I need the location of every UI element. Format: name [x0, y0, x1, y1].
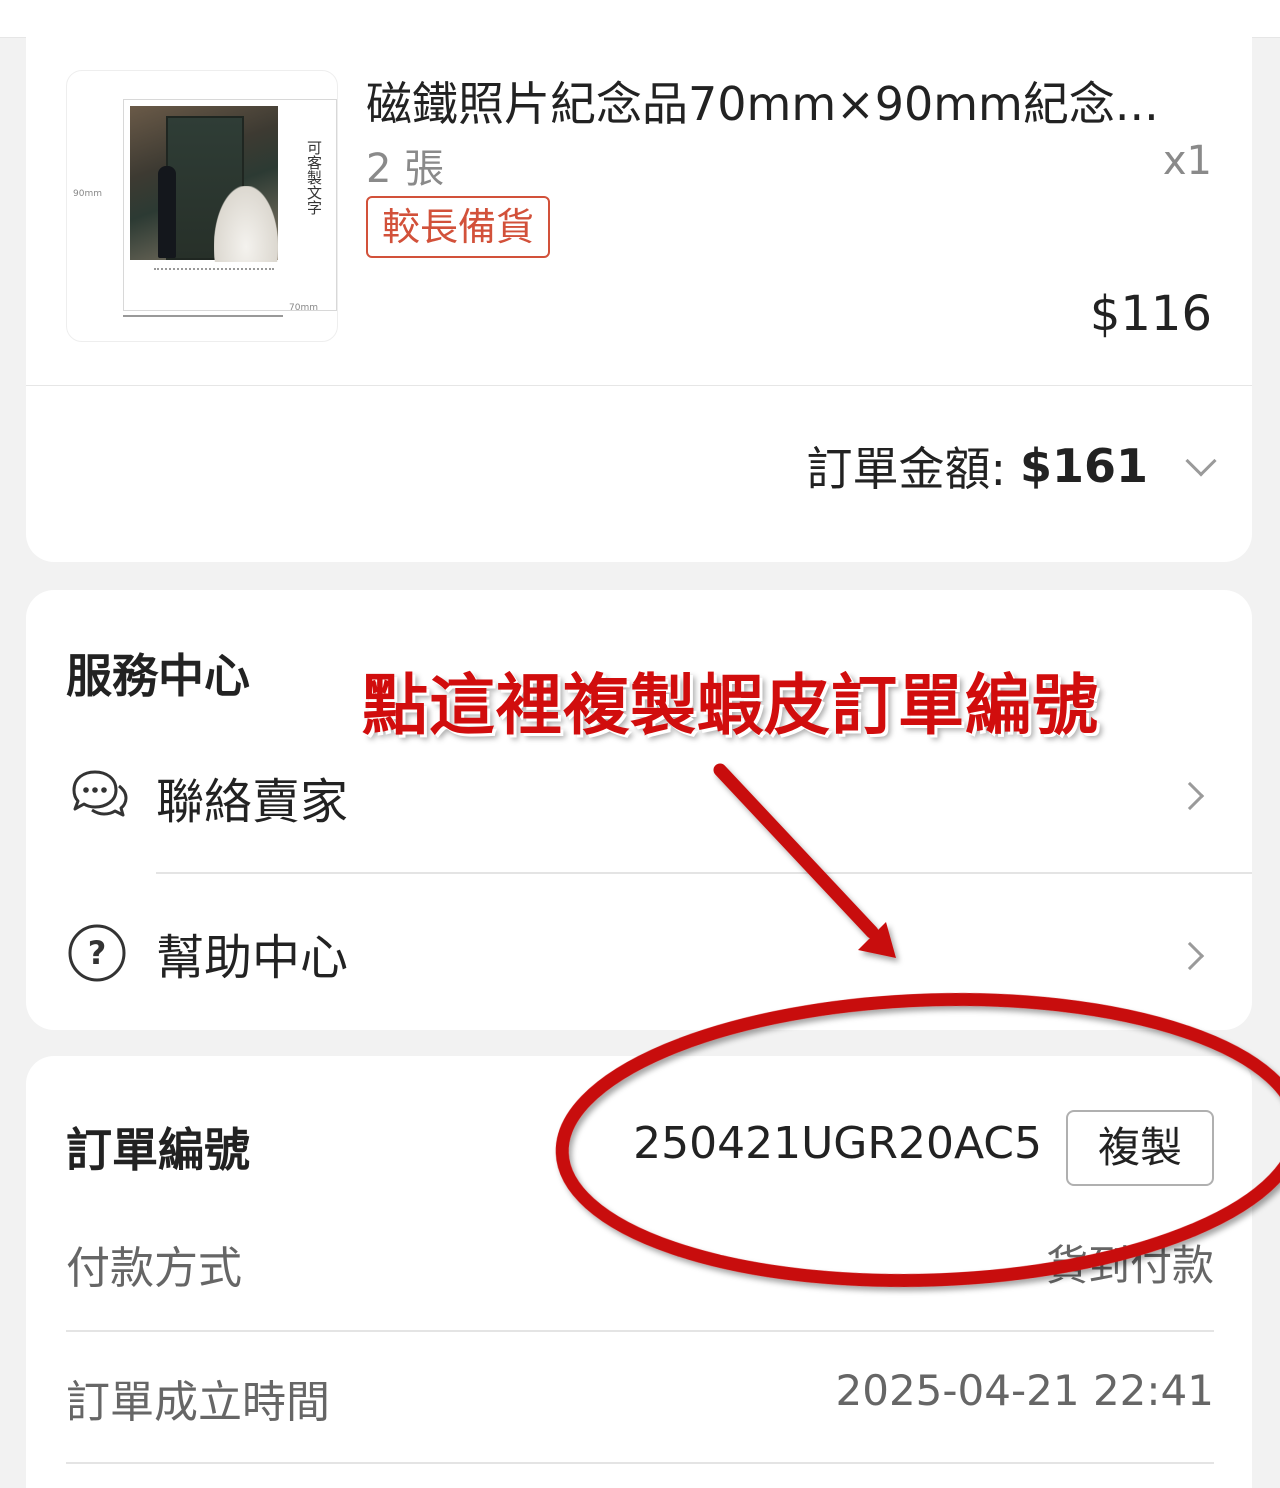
order-number-title: 訂單編號: [66, 1123, 250, 1177]
help-center-row[interactable]: ? 幫助中心: [26, 888, 1252, 1018]
photo-bride: [214, 186, 278, 262]
order-total-amount: $161: [1019, 439, 1148, 493]
copy-order-number-button[interactable]: 複製: [1066, 1110, 1214, 1186]
chat-bubble-icon: [66, 764, 128, 826]
payment-method-value: 貨到付款: [1045, 1241, 1214, 1290]
service-center-title: 服務中心: [66, 649, 250, 703]
long-preparation-badge: 較長備貨: [366, 196, 551, 258]
photo-groom: [158, 166, 176, 258]
payment-method-label: 付款方式: [66, 1243, 242, 1294]
svg-text:?: ?: [88, 934, 107, 972]
divider: [66, 1462, 1214, 1464]
product-card[interactable]: 90mm 可客製文字 70mm 磁鐵照片紀念品70mm×90mm紀念... 2 …: [26, 20, 1252, 562]
divider: [156, 872, 1252, 874]
help-center-label: 幫助中心: [156, 930, 349, 986]
annotation-text: 點這裡複製蝦皮訂單編號: [362, 667, 1099, 744]
order-total-label: 訂單金額:: [806, 442, 1006, 496]
product-variant: 2 張: [366, 146, 445, 192]
order-info-card: 訂單編號 250421UGR20AC5 複製 付款方式 貨到付款 訂單成立時間 …: [26, 1056, 1252, 1488]
chevron-right-icon: [1175, 781, 1205, 811]
product-price: $116: [1089, 286, 1212, 342]
product-title[interactable]: 磁鐵照片紀念品70mm×90mm紀念...: [366, 68, 1216, 134]
chevron-right-icon: [1175, 941, 1205, 971]
order-total-toggle[interactable]: 訂單金額: $161: [806, 436, 1217, 496]
thumbnail-caption: [154, 268, 274, 298]
thumbnail-dim-height: 90mm: [73, 189, 102, 199]
chevron-down-icon[interactable]: [1185, 445, 1217, 477]
wedding-photo: [130, 106, 278, 262]
question-circle-icon: ?: [66, 922, 128, 984]
payment-method-row: 付款方式 貨到付款: [66, 1232, 1214, 1302]
contact-seller-label: 聯絡賣家: [156, 774, 349, 830]
order-created-time-value: 2025-04-21 22:41: [835, 1366, 1214, 1415]
contact-seller-row[interactable]: 聯絡賣家: [26, 730, 1252, 860]
order-created-time-label: 訂單成立時間: [66, 1377, 330, 1428]
divider: [26, 385, 1252, 386]
order-created-time-row: 訂單成立時間 2025-04-21 22:41: [66, 1366, 1214, 1436]
thumbnail-vertical-text: 可客製文字: [305, 140, 323, 215]
product-quantity: x1: [1162, 138, 1212, 184]
thumbnail-width-rule: [123, 315, 283, 317]
thumbnail-dim-width: 70mm: [289, 303, 318, 313]
product-thumbnail[interactable]: 90mm 可客製文字 70mm: [66, 70, 338, 342]
magnet-frame: 可客製文字: [123, 99, 337, 311]
order-number-value: 250421UGR20AC5: [633, 1118, 1042, 1169]
divider: [66, 1330, 1214, 1332]
